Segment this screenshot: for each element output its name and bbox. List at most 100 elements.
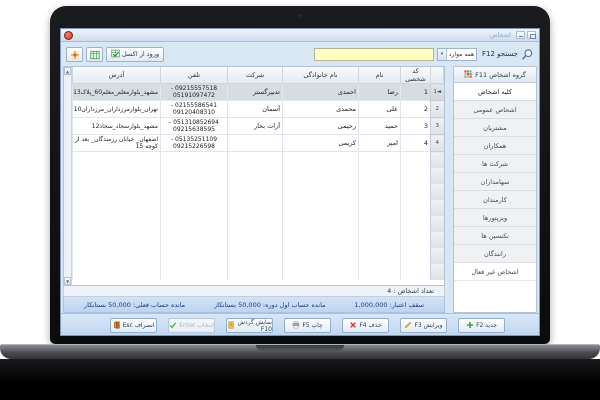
table-row[interactable]: 3 3 حمید رحیمی آرات بخار 051310852694 - 09215… — [72, 117, 444, 135]
plus-icon — [466, 321, 474, 331]
empty-cell — [282, 151, 359, 168]
empty-cell — [358, 184, 401, 200]
footer-button-label: جدید F2 — [476, 322, 497, 329]
sidebar-item[interactable]: همکاران — [454, 137, 536, 155]
empty-cell — [160, 232, 228, 248]
sidebar-item[interactable]: ویزیتورها — [454, 209, 536, 227]
sidebar-item[interactable]: اشخاص غیر فعال — [454, 263, 536, 281]
empty-table-row — [72, 264, 444, 280]
empty-cell — [72, 264, 161, 280]
cell-name: حمید — [358, 117, 401, 135]
table-row[interactable]: 4 4 امیر کریمی 05135251109 - 09215226598 اصفه… — [72, 134, 444, 152]
cell-code: 1 — [400, 83, 431, 101]
empty-cell — [72, 168, 161, 184]
empty-cell — [358, 216, 401, 232]
empty-cell — [358, 168, 401, 184]
search-scope-dropdown[interactable]: همه موارد ▾ — [437, 47, 478, 61]
laptop-underside — [0, 359, 600, 400]
column-header-code[interactable]: کد شخصی — [400, 67, 431, 84]
empty-cell — [227, 151, 283, 168]
window-title: اشخاص — [489, 31, 511, 39]
webcam-dot — [298, 14, 301, 17]
delete-x-icon — [349, 321, 357, 331]
footer-button-label: انصراف Esc — [122, 322, 155, 329]
search-scope-value: همه موارد — [448, 50, 475, 58]
toolbar-settings-button[interactable] — [66, 46, 83, 62]
footer-button[interactable]: ویرایش F3 — [400, 318, 447, 333]
cell-phone: 05135251109 - 09215226598 — [160, 134, 228, 152]
empty-cell — [227, 264, 283, 280]
empty-cell — [227, 200, 283, 216]
sidebar-item[interactable]: رانندگان — [454, 245, 536, 263]
column-header-address[interactable]: آدرس — [72, 67, 161, 84]
laptop-base — [0, 344, 600, 359]
balance-summary-bar: سقف اعتبار: 1,000,000 مانده حساب اول دور… — [63, 297, 445, 313]
row-indicator-cell: ◄1 — [430, 83, 444, 101]
cell-name: رضا — [358, 83, 401, 101]
scroll-up-icon[interactable]: ▲ — [64, 67, 71, 75]
column-header-family[interactable]: نام خانوادگی — [282, 67, 359, 84]
sidebar-item[interactable]: مشتریان — [454, 119, 536, 137]
empty-cell — [72, 184, 161, 200]
empty-cell — [358, 200, 401, 216]
empty-cell — [282, 232, 359, 248]
footer-button[interactable]: جدید F2 — [458, 318, 505, 333]
column-header-company[interactable]: شرکت — [227, 67, 283, 84]
exit-icon — [113, 321, 121, 331]
cell-company: آرات بخار — [227, 117, 283, 135]
row-indicator-cell — [430, 264, 444, 280]
window-minimize-button[interactable] — [516, 31, 525, 39]
footer-button[interactable]: نمایش گردش F10 — [226, 318, 273, 333]
opening-balance-label: مانده حساب اول دوره: 50,000 بستانکار — [213, 300, 326, 309]
footer-button[interactable]: حذف F4 — [342, 318, 389, 333]
table-row[interactable]: 2 2 علی محمدی آسمان 02155586541 - 09120408310… — [72, 100, 444, 118]
sidebar-item[interactable]: کلیه اشخاص — [454, 83, 536, 101]
footer-button-label: نمایش گردش F10 — [237, 318, 272, 333]
empty-cell — [72, 151, 161, 168]
sidebar-item[interactable]: اشخاص عمومی — [454, 101, 536, 119]
row-indicator-cell — [430, 216, 444, 232]
sidebar-item[interactable]: کارمندان — [454, 191, 536, 209]
footer-button[interactable]: انصراف Esc — [110, 318, 157, 333]
table-scrollbar[interactable]: ▲ ▼ — [64, 67, 72, 286]
table-row[interactable]: ◄1 1 رضا احمدی تدبیرگستر 09215557518 - 051910… — [72, 83, 444, 101]
cell-code: 2 — [400, 100, 431, 118]
empty-cell — [160, 200, 228, 216]
footer-button-label: چاپ F5 — [302, 322, 323, 329]
window-close-button[interactable] — [64, 30, 73, 40]
cell-code: 4 — [400, 134, 431, 152]
table-header-row: کد شخصی نام نام خانوادگی شرکت تلفن آدرس — [72, 67, 444, 84]
import-from-excel-button[interactable]: ورود از اکسل — [106, 46, 165, 62]
footer-button-label: ویرایش F3 — [414, 322, 443, 329]
empty-cell — [358, 248, 401, 264]
column-header-name[interactable]: نام — [358, 67, 401, 84]
row-indicator-cell: 2 — [430, 100, 444, 118]
window-maximize-button[interactable] — [527, 31, 536, 39]
footer-button[interactable]: انتخاب Enter — [168, 318, 215, 333]
credit-limit-label: سقف اعتبار: 1,000,000 — [354, 300, 424, 309]
excel-import-icon — [111, 49, 120, 60]
footer-button[interactable]: چاپ F5 — [284, 318, 331, 333]
empty-cell — [282, 216, 359, 232]
cell-address: اصفهان_ خیابان رزمندگان_ بعد از کوچه 15 — [72, 134, 161, 152]
sidebar-item[interactable]: سهامداران — [454, 173, 536, 191]
sidebar-item[interactable]: تکنسین ها — [454, 227, 536, 245]
page: { "window": { "title": "اشخاص" }, "toolb… — [0, 0, 600, 400]
toolbar-excel-button[interactable] — [86, 46, 103, 62]
sidebar-item[interactable]: شرکت ها — [454, 155, 536, 173]
sidebar-items: کلیه اشخاص اشخاص عمومی مشتریان همکاران شرکت … — [454, 83, 536, 281]
scroll-down-icon[interactable]: ▼ — [64, 277, 71, 286]
empty-cell — [400, 216, 431, 232]
row-indicator-cell — [430, 151, 444, 168]
footer-button-label: انتخاب Enter — [179, 322, 214, 329]
window-titlebar: اشخاص — [61, 29, 539, 42]
persons-count-label: تعداد اشخاص : 4 — [387, 287, 434, 296]
empty-cell — [282, 248, 359, 264]
cell-code: 3 — [400, 117, 431, 135]
sidebar-header-label: گروه اشخاص F11 — [475, 70, 526, 79]
empty-cell — [358, 232, 401, 248]
empty-cell — [227, 216, 283, 232]
column-header-phone[interactable]: تلفن — [160, 67, 228, 84]
search-input[interactable] — [314, 47, 435, 61]
sidebar-header: گروه اشخاص F11 — [454, 67, 536, 83]
